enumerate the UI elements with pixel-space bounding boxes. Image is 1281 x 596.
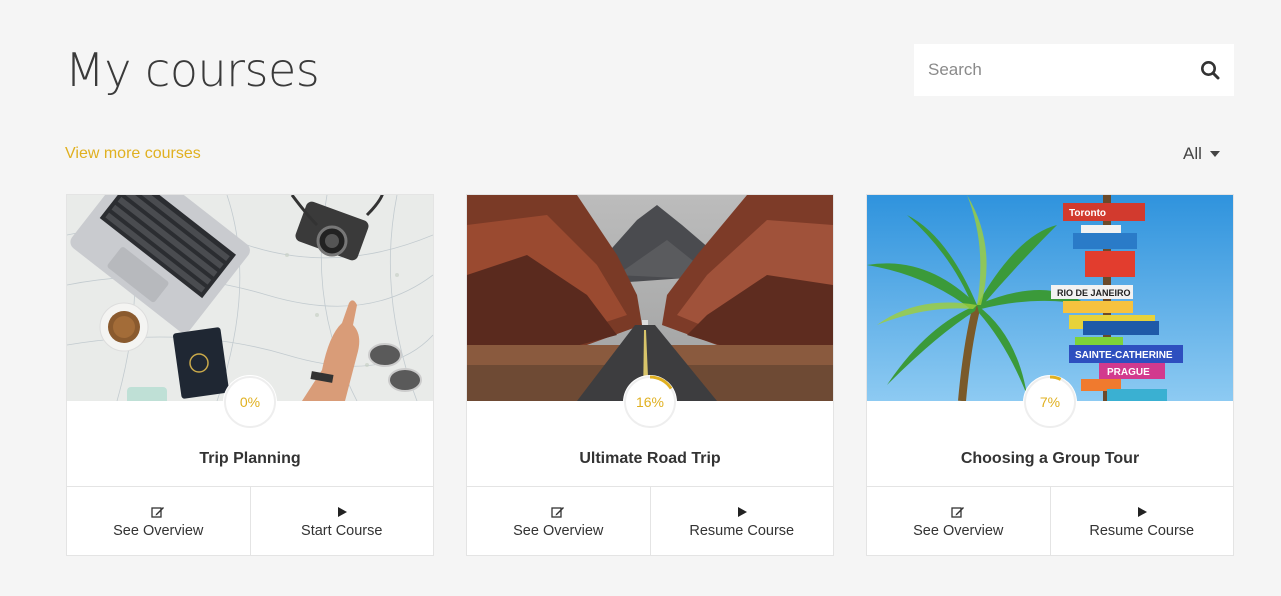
course-actions: See Overview Resume Course — [467, 486, 833, 555]
course-card: Toronto RIO DE JANEIRO SAINTE-CATHERINE … — [866, 194, 1234, 556]
course-list: 0% Trip Planning See Overview Start Cour… — [66, 194, 1234, 556]
resume-course-button[interactable]: Resume Course — [1049, 487, 1234, 555]
course-thumbnail[interactable] — [467, 195, 833, 401]
progress-indicator: 16% — [623, 375, 677, 429]
play-icon — [336, 504, 348, 520]
course-card: 16% Ultimate Road Trip See Overview Resu… — [466, 194, 834, 556]
progress-label: 7% — [1039, 394, 1061, 410]
resume-course-button[interactable]: Resume Course — [649, 487, 834, 555]
course-title[interactable]: Choosing a Group Tour — [867, 450, 1233, 468]
see-overview-label: See Overview — [913, 522, 1004, 539]
search-icon[interactable] — [1200, 60, 1220, 80]
course-title[interactable]: Trip Planning — [67, 450, 433, 468]
edit-icon — [151, 504, 165, 520]
play-icon — [736, 504, 748, 520]
page-title: My courses — [65, 43, 320, 97]
course-actions: See Overview Start Course — [67, 486, 433, 555]
search-input[interactable] — [914, 44, 1184, 96]
see-overview-label: See Overview — [513, 522, 604, 539]
view-more-courses-link[interactable]: View more courses — [65, 145, 201, 163]
course-card: 0% Trip Planning See Overview Start Cour… — [66, 194, 434, 556]
search-box — [914, 44, 1234, 96]
play-icon — [1136, 504, 1148, 520]
resume-course-label: Resume Course — [1089, 522, 1195, 539]
start-course-label: Start Course — [301, 522, 383, 539]
resume-course-label: Resume Course — [689, 522, 795, 539]
edit-icon — [551, 504, 565, 520]
course-actions: See Overview Resume Course — [867, 486, 1233, 555]
svg-text:Toronto: Toronto — [1069, 208, 1106, 219]
start-course-button[interactable]: Start Course — [249, 487, 434, 555]
edit-icon — [951, 504, 965, 520]
course-title[interactable]: Ultimate Road Trip — [467, 450, 833, 468]
progress-indicator: 0% — [223, 375, 277, 429]
see-overview-label: See Overview — [113, 522, 204, 539]
progress-label: 0% — [239, 394, 261, 410]
course-filter-dropdown[interactable]: All — [1183, 144, 1220, 164]
progress-indicator: 7% — [1023, 375, 1077, 429]
course-thumbnail[interactable]: Toronto RIO DE JANEIRO SAINTE-CATHERINE … — [867, 195, 1233, 401]
svg-text:SAINTE-CATHERINE: SAINTE-CATHERINE — [1075, 350, 1173, 361]
see-overview-button[interactable]: See Overview — [467, 487, 650, 555]
see-overview-button[interactable]: See Overview — [867, 487, 1050, 555]
caret-down-icon — [1209, 151, 1220, 157]
progress-label: 16% — [635, 394, 665, 410]
see-overview-button[interactable]: See Overview — [67, 487, 250, 555]
svg-text:PRAGUE: PRAGUE — [1107, 367, 1150, 378]
filter-label: All — [1183, 144, 1202, 163]
svg-text:RIO DE JANEIRO: RIO DE JANEIRO — [1057, 288, 1131, 298]
course-thumbnail[interactable] — [67, 195, 433, 401]
